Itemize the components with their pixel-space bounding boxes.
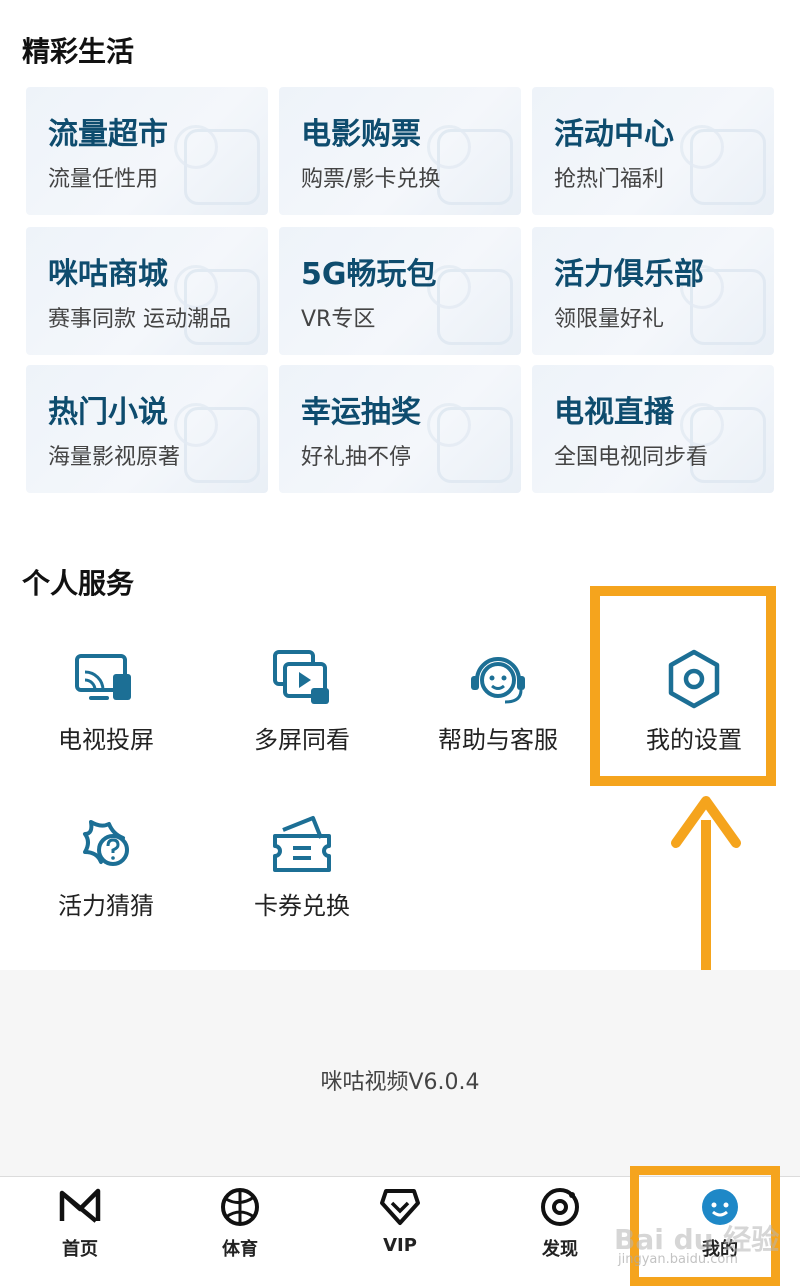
- card-subtitle: 领限量好礼: [554, 307, 665, 332]
- service-coupon-exchange[interactable]: 卡券兑换: [212, 810, 392, 921]
- app-version: 咪咕视频V6.0.4: [320, 1070, 480, 1095]
- customer-service-icon: [471, 657, 525, 704]
- card-subtitle: VR专区: [301, 307, 376, 332]
- service-tv-cast[interactable]: 电视投屏: [16, 644, 196, 755]
- card-migu-mall[interactable]: 咪咕商城 赛事同款 运动潮品: [26, 227, 268, 355]
- card-subtitle: 海量影视原著: [48, 445, 181, 470]
- quiz-icon: [83, 820, 129, 866]
- service-customer-service[interactable]: 帮助与客服: [408, 644, 588, 755]
- card-subtitle: 赛事同款 运动潮品: [48, 307, 231, 332]
- card-title: 流量超市: [48, 117, 168, 152]
- service-label: 活力猜猜: [58, 892, 154, 920]
- tv-cast-icon: [75, 654, 131, 700]
- card-subtitle: 好礼抽不停: [301, 445, 412, 470]
- card-subtitle: 流量任性用: [48, 167, 159, 192]
- annotation-arrow-icon: [671, 796, 741, 848]
- service-label: 电视投屏: [58, 726, 154, 754]
- card-lucky-draw[interactable]: 幸运抽奖 好礼抽不停: [279, 365, 521, 493]
- card-decoration: [174, 403, 218, 447]
- discover-icon: [541, 1188, 579, 1226]
- card-5g-package[interactable]: 5G畅玩包 VR专区: [279, 227, 521, 355]
- tab-label: VIP: [383, 1235, 417, 1256]
- card-activity-center[interactable]: 活动中心 抢热门福利: [532, 87, 774, 215]
- card-title: 电影购票: [301, 117, 421, 152]
- tab-vip[interactable]: VIP: [340, 1187, 460, 1256]
- service-multi-screen[interactable]: 多屏同看: [212, 644, 392, 755]
- card-decoration: [427, 403, 471, 447]
- card-popular-novels[interactable]: 热门小说 海量影视原著: [26, 365, 268, 493]
- card-subtitle: 购票/影卡兑换: [301, 167, 441, 192]
- service-label: 卡券兑换: [254, 892, 350, 920]
- service-label: 多屏同看: [254, 726, 350, 754]
- card-title: 5G畅玩包: [301, 257, 437, 292]
- service-vitality-quiz[interactable]: 活力猜猜: [16, 810, 196, 921]
- service-label: 帮助与客服: [438, 726, 558, 754]
- section-title-lifestyle: 精彩生活: [22, 35, 135, 68]
- tab-label: 发现: [542, 1239, 578, 1260]
- card-title: 咪咕商城: [48, 257, 168, 292]
- vip-icon: [380, 1189, 420, 1225]
- card-decoration: [174, 125, 218, 169]
- card-movie-tickets[interactable]: 电影购票 购票/影卡兑换: [279, 87, 521, 215]
- multi-screen-icon: [273, 650, 329, 704]
- card-title: 热门小说: [48, 395, 168, 430]
- home-logo-icon: [59, 1188, 101, 1223]
- card-title: 活动中心: [554, 117, 674, 152]
- tab-sports[interactable]: 体育: [180, 1187, 300, 1261]
- tab-home[interactable]: 首页: [20, 1187, 140, 1261]
- tab-label: 首页: [62, 1239, 98, 1260]
- settings-highlight-box: [590, 586, 776, 786]
- card-traffic-market[interactable]: 流量超市 流量任性用: [26, 87, 268, 215]
- section-title-services: 个人服务: [22, 567, 135, 600]
- card-title: 电视直播: [554, 395, 674, 430]
- card-tv-live[interactable]: 电视直播 全国电视同步看: [532, 365, 774, 493]
- card-subtitle: 全国电视同步看: [554, 445, 709, 470]
- card-subtitle: 抢热门福利: [554, 167, 665, 192]
- watermark-url: jingyan.baidu.com: [618, 1252, 738, 1267]
- tab-discover[interactable]: 发现: [500, 1187, 620, 1261]
- card-decoration: [680, 125, 724, 169]
- basketball-icon: [221, 1188, 259, 1226]
- card-title: 活力俱乐部: [554, 257, 704, 292]
- card-title: 幸运抽奖: [301, 395, 421, 430]
- card-vitality-club[interactable]: 活力俱乐部 领限量好礼: [532, 227, 774, 355]
- coupon-icon: [273, 816, 331, 872]
- tab-label: 体育: [222, 1239, 258, 1260]
